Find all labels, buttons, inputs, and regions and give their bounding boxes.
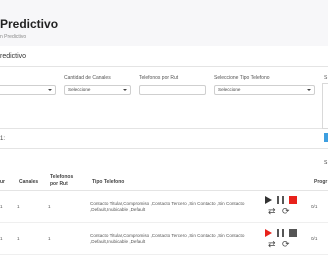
extra-filter-label: S <box>324 75 328 81</box>
divider <box>0 190 328 191</box>
play-icon[interactable] <box>265 229 272 237</box>
page-title: Predictivo <box>0 17 59 31</box>
column-header-tipo-telefono: Tipo Telefono <box>92 179 125 185</box>
telefonos-por-rut-input[interactable] <box>139 85 206 95</box>
cell-ur: 1 <box>0 204 3 209</box>
column-header-progreso: Progr <box>314 179 328 185</box>
tipo-telefono-value: Seleccione <box>218 87 241 92</box>
cell-ur: 1 <box>0 236 3 241</box>
play-icon[interactable] <box>265 196 272 204</box>
submit-button[interactable] <box>324 133 328 142</box>
cell-tipo-telefono: Contacto Titular,Compromiso ,Contacto Te… <box>90 201 245 212</box>
stop-icon[interactable] <box>289 229 297 237</box>
divider <box>0 128 322 129</box>
breadcrumb[interactable]: n Predictivo <box>0 34 26 40</box>
cell-telefonos: 1 <box>48 204 51 209</box>
telefonos-por-rut-label: Telefonos por Rut <box>139 75 179 81</box>
pause-icon[interactable] <box>277 229 284 237</box>
stop-icon[interactable] <box>289 196 297 204</box>
divider <box>0 66 328 67</box>
cell-tipo-telefono: Contacto Titular,Compromiso ,Contacto Te… <box>90 233 245 244</box>
divider <box>0 222 328 223</box>
cell-canales: 1 <box>17 204 20 209</box>
side-label: S <box>324 160 328 166</box>
section-title: redictivo <box>0 53 27 60</box>
chevron-down-icon <box>123 89 127 91</box>
cantidad-canales-label: Cantidad de Canales <box>64 75 111 81</box>
cell-progreso: 0/1 <box>311 204 318 209</box>
extra-filter-dropdown[interactable] <box>322 83 328 129</box>
table-count: 1: <box>0 136 6 142</box>
cantidad-canales-value: Seleccione <box>68 87 91 92</box>
column-header-telefonos-2: por Rut <box>50 181 68 187</box>
refresh-icon[interactable]: ⟳ <box>282 240 290 249</box>
refresh-icon[interactable]: ⟳ <box>282 207 290 216</box>
arrows-transfer-icon[interactable]: ⇄ <box>268 240 276 249</box>
cell-progreso: 0/1 <box>311 236 318 241</box>
column-header-canales: Canales <box>19 179 39 185</box>
chevron-down-icon <box>307 89 311 91</box>
left-select[interactable] <box>0 85 56 95</box>
pause-icon[interactable] <box>277 196 284 204</box>
column-header-telefonos: Telefonos <box>50 174 74 180</box>
column-header-ur: ur <box>0 179 5 185</box>
divider <box>0 148 328 149</box>
cell-canales: 1 <box>17 236 20 241</box>
divider <box>0 254 328 255</box>
cell-telefonos: 1 <box>48 236 51 241</box>
cantidad-canales-select[interactable]: Seleccione <box>64 85 131 95</box>
tipo-telefono-select[interactable]: Seleccione <box>214 85 315 95</box>
tipo-telefono-label: Seleccione Tipo Telefono <box>214 75 270 81</box>
chevron-down-icon <box>48 89 52 91</box>
arrows-transfer-icon[interactable]: ⇄ <box>268 207 276 216</box>
